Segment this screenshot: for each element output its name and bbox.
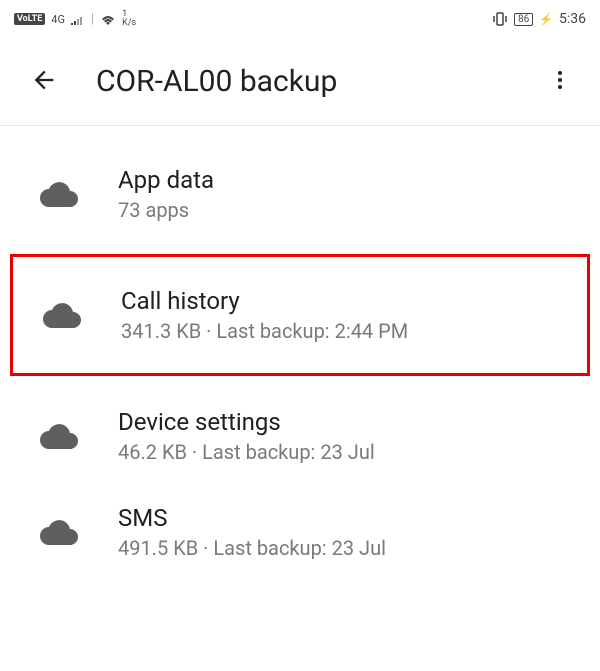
backup-item-app-data[interactable]: App data 73 apps: [0, 146, 600, 242]
more-vert-icon: [548, 68, 572, 92]
battery-indicator: 86: [514, 13, 533, 26]
network-type: 4G: [51, 14, 65, 25]
item-title: App data: [118, 166, 214, 194]
item-text: App data 73 apps: [118, 166, 214, 222]
cloud-icon: [40, 423, 78, 449]
back-button[interactable]: [30, 66, 58, 98]
item-subtitle: 491.5 KB · Last backup: 23 Jul: [118, 536, 386, 560]
charging-icon: ⚡: [539, 13, 553, 26]
item-subtitle: 341.3 KB · Last backup: 2:44 PM: [121, 319, 408, 343]
page-title: COR-AL00 backup: [96, 64, 540, 99]
vibrate-icon: [492, 12, 508, 26]
highlight-box: Call history 341.3 KB · Last backup: 2:4…: [10, 254, 590, 376]
divider: |: [91, 12, 94, 27]
speed-indicator: 1 K/s: [122, 10, 136, 28]
cloud-icon: [43, 302, 81, 328]
backup-item-sms[interactable]: SMS 491.5 KB · Last backup: 23 Jul: [0, 484, 600, 580]
app-bar: COR-AL00 backup: [0, 38, 600, 126]
wifi-icon: [100, 13, 116, 25]
cloud-icon: [40, 181, 78, 207]
item-subtitle: 46.2 KB · Last backup: 23 Jul: [118, 440, 375, 464]
status-bar: VoLTE 4G | 1 K/s 86 ⚡ 5:36: [0, 0, 600, 38]
backup-list: App data 73 apps Call history 341.3 KB ·…: [0, 126, 600, 580]
backup-item-call-history[interactable]: Call history 341.3 KB · Last backup: 2:4…: [0, 242, 600, 388]
item-title: SMS: [118, 504, 386, 532]
volte-badge: VoLTE: [14, 13, 45, 25]
cloud-icon: [40, 519, 78, 545]
more-button[interactable]: [540, 60, 580, 104]
arrow-back-icon: [30, 66, 58, 94]
item-subtitle: 73 apps: [118, 198, 214, 222]
item-title: Device settings: [118, 408, 375, 436]
signal-icon: [71, 13, 85, 25]
item-title: Call history: [121, 287, 408, 315]
status-left: VoLTE 4G | 1 K/s: [14, 10, 136, 28]
item-text: SMS 491.5 KB · Last backup: 23 Jul: [118, 504, 386, 560]
backup-item-device-settings[interactable]: Device settings 46.2 KB · Last backup: 2…: [0, 388, 600, 484]
status-right: 86 ⚡ 5:36: [492, 11, 586, 27]
item-text: Call history 341.3 KB · Last backup: 2:4…: [121, 287, 408, 343]
item-text: Device settings 46.2 KB · Last backup: 2…: [118, 408, 375, 464]
clock: 5:36: [559, 11, 586, 27]
